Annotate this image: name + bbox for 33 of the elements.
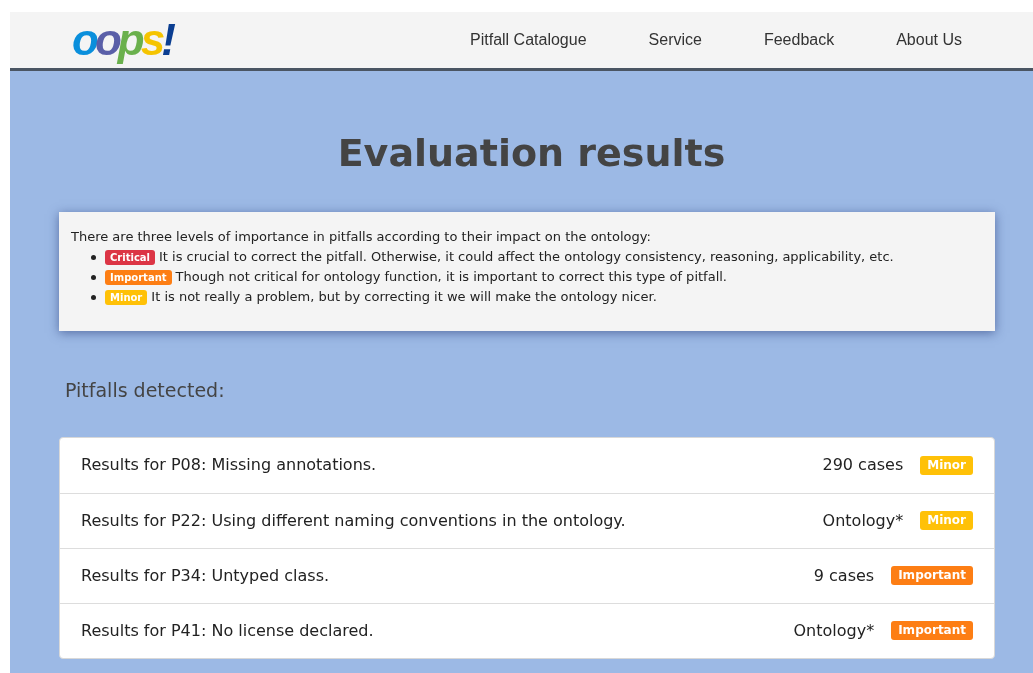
pitfall-title: Results for P34: Untyped class. (81, 564, 330, 587)
importance-badge: Minor (105, 289, 148, 305)
pitfall-title: Results for P08: Missing annotations. (81, 454, 377, 476)
importance-badge: Minor (920, 511, 973, 530)
bullet-icon (91, 294, 96, 300)
case-count: Ontology* (822, 509, 904, 532)
legend-text: Though not critical for ontology function, it is important to correct this type of pitfall. (175, 268, 727, 286)
importance-badge: Important (891, 566, 973, 585)
importance-badge: Critical (105, 249, 155, 265)
nav-link[interactable]: Service (617, 28, 733, 52)
nav-link[interactable]: Pitfall Catalogue (439, 28, 618, 52)
case-count: 290 cases (822, 454, 904, 476)
bullet-icon (91, 254, 96, 260)
importance-badge: Minor (920, 455, 973, 475)
pitfall-row[interactable]: Results for P34: Untyped class. 9 cases Important (60, 547, 994, 603)
importance-badge: Important (105, 269, 172, 285)
nav-link[interactable]: Feedback (732, 28, 866, 52)
legend-text: It is crucial to correct the pitfall. Otherwise, it could affect the ontology consistency, reasoning, applicability, etc. (159, 248, 894, 266)
case-count: 9 cases (813, 564, 875, 587)
pitfall-row[interactable]: Results for P22: Using different naming conventions in the ontology. Ontology* Minor (60, 492, 994, 548)
bullet-icon (91, 274, 96, 280)
section-heading: Pitfalls detected: (65, 378, 226, 403)
pitfall-title: Results for P22: Using different naming conventions in the ontology. (81, 509, 626, 532)
page-title: Evaluation results (336, 130, 727, 177)
pitfall-row[interactable]: Results for P41: No license declared. Ontology* Important (60, 602, 994, 658)
case-count: Ontology* (793, 619, 875, 642)
legend-text: It is not really a problem, but by correcting it we will make the ontology nicer. (151, 288, 657, 306)
pitfall-row[interactable]: Results for P08: Missing annotations. 290 cases Minor (60, 437, 994, 493)
legend-intro: There are three levels of importance in pitfalls according to their impact on the ontology: (71, 228, 652, 246)
pitfall-title: Results for P41: No license declared. (81, 619, 374, 642)
nav-link[interactable]: About Us (865, 28, 993, 52)
logo[interactable]: oops! (72, 18, 172, 62)
importance-badge: Important (891, 621, 973, 640)
